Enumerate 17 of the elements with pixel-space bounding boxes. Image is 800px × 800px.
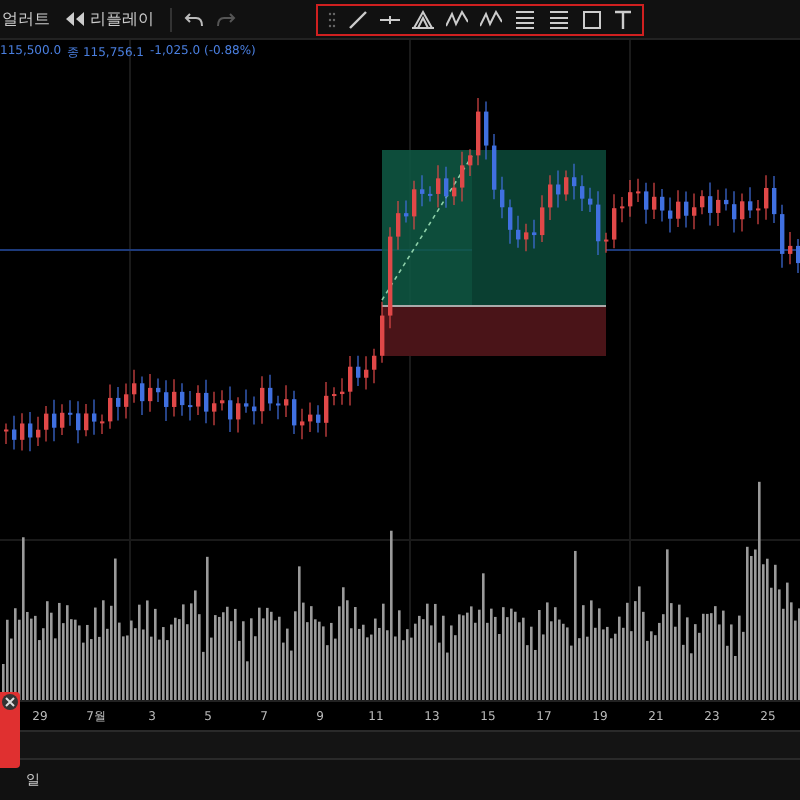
close-icon[interactable]	[2, 694, 18, 710]
position-box[interactable]	[381, 150, 607, 356]
wave-icon[interactable]	[480, 9, 502, 29]
alert-button[interactable]: 얼러트	[2, 8, 50, 30]
redo-icon[interactable]	[216, 11, 236, 27]
fibonacci-icon[interactable]	[514, 9, 536, 29]
replay-button[interactable]: 리플레이	[62, 8, 158, 30]
notification-card[interactable]	[0, 692, 20, 768]
rewind-icon	[66, 12, 84, 26]
grip-icon[interactable]	[328, 11, 336, 27]
wave-icon[interactable]	[446, 9, 468, 29]
fibonacci-icon[interactable]	[548, 9, 570, 29]
trend-line-icon[interactable]	[348, 9, 368, 29]
rectangle-icon[interactable]	[582, 9, 602, 29]
pitchfork-icon[interactable]	[412, 9, 434, 29]
undo-icon[interactable]	[184, 11, 204, 27]
text-tool-icon[interactable]	[614, 9, 632, 29]
